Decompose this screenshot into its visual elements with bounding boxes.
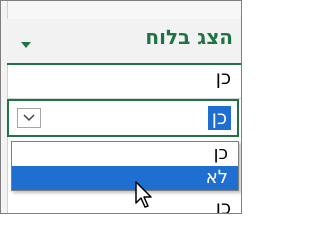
- cell-value[interactable]: כן: [216, 197, 231, 213]
- column-header-strip: [1, 1, 241, 20]
- dropdown-option-yes[interactable]: כן: [12, 142, 238, 166]
- dropdown-option-label: לא: [205, 167, 228, 188]
- column-header-title: הצג בלוח: [145, 25, 233, 49]
- spreadsheet-view: הצג בלוח כן כן כן לא כן: [0, 0, 242, 214]
- chevron-down-icon: [23, 114, 35, 122]
- dropdown-option-label: כן: [213, 143, 228, 164]
- selected-cell-value: כן: [207, 106, 231, 130]
- filter-dropdown-arrow-icon[interactable]: [21, 42, 31, 48]
- cell-value[interactable]: כן: [216, 67, 231, 101]
- mouse-pointer-icon: [135, 181, 152, 208]
- dropdown-option-no[interactable]: לא: [12, 166, 238, 190]
- dropdown-list: כן לא: [11, 141, 239, 191]
- cell-dropdown-button[interactable]: [17, 108, 41, 128]
- active-cell[interactable]: כן: [7, 99, 239, 137]
- column-header-cell[interactable]: הצג בלוח: [7, 19, 241, 65]
